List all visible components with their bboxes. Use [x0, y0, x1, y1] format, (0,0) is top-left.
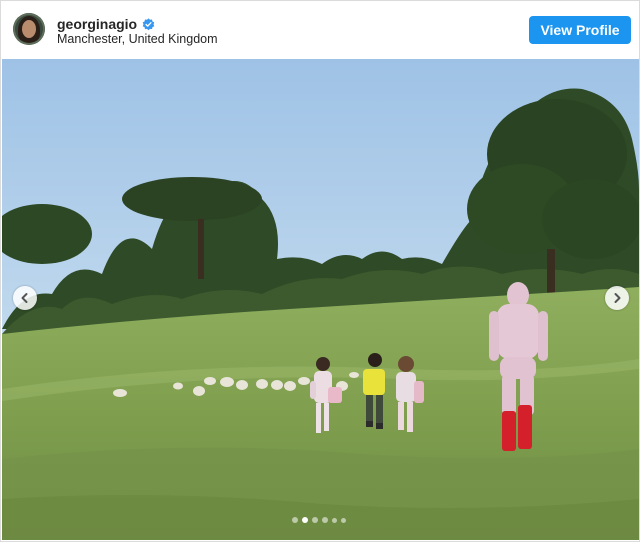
carousel-dot [341, 517, 346, 523]
username-row: georginagio [57, 15, 155, 33]
carousel-dot [332, 517, 337, 523]
instagram-embed-card: georginagio Manchester, United Kingdom V… [0, 0, 640, 542]
post-photo[interactable] [2, 59, 639, 540]
view-profile-button[interactable]: View Profile [529, 16, 631, 44]
carousel-pagination [292, 517, 346, 523]
carousel-dot [322, 517, 328, 523]
previous-slide-button[interactable] [13, 286, 37, 310]
carousel-dot [292, 517, 298, 523]
username[interactable]: georginagio [57, 16, 137, 32]
avatar[interactable] [13, 13, 45, 45]
field-scene-image [2, 59, 639, 540]
location-link[interactable]: Manchester, United Kingdom [57, 32, 218, 46]
next-slide-button[interactable] [605, 286, 629, 310]
chevron-right-icon [614, 293, 621, 303]
carousel-dot [302, 517, 308, 523]
post-header: georginagio Manchester, United Kingdom V… [1, 1, 639, 59]
carousel-dot [312, 517, 318, 523]
verified-badge-icon [142, 17, 155, 30]
chevron-left-icon [21, 293, 28, 303]
